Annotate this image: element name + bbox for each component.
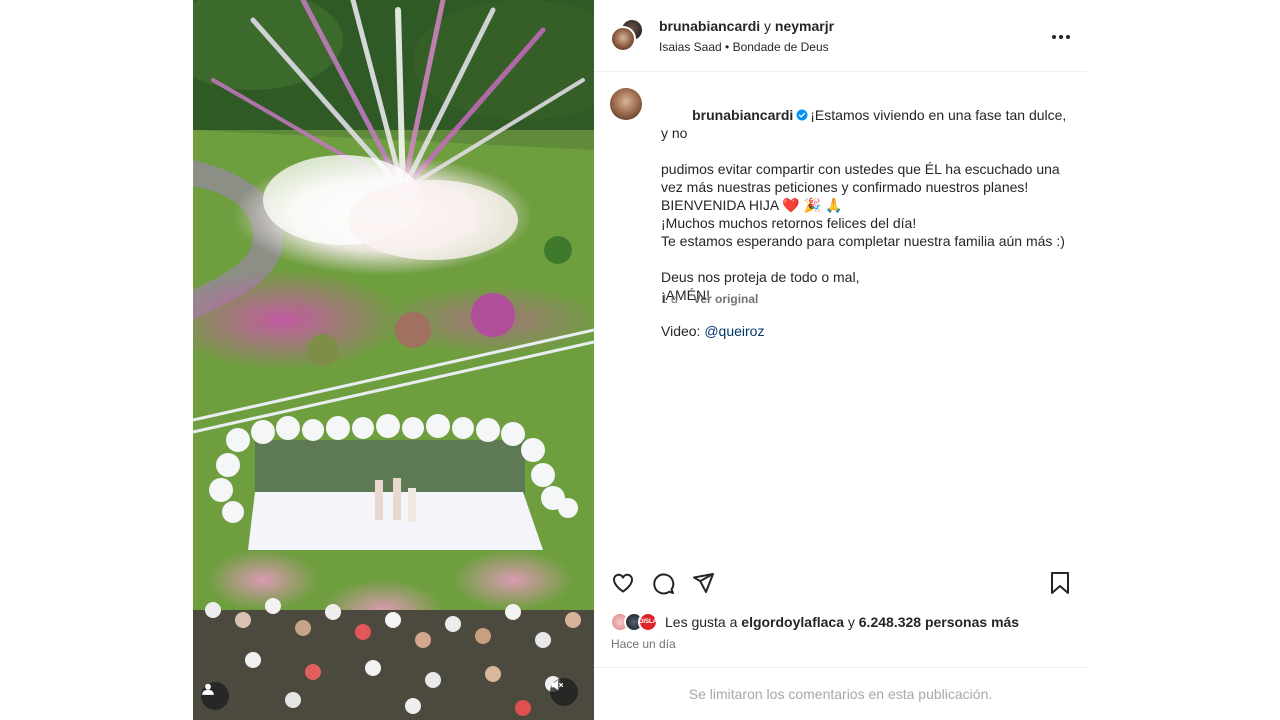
coauthor-avatars[interactable] [610, 18, 644, 52]
see-original-button[interactable]: Ver original [693, 292, 758, 306]
caption-meta: 1 d Ver original [661, 292, 758, 306]
likes-summary: DISLA Les gusta a elgordoylaflaca y 6.24… [610, 612, 1080, 632]
caption-line-10 [661, 304, 1075, 322]
mention-link[interactable]: @queiroz [704, 323, 764, 339]
save-button[interactable] [1047, 571, 1073, 600]
caption-line-8: Deus nos proteja de todo o mal, [661, 269, 860, 285]
mute-toggle-button[interactable] [550, 678, 578, 706]
liker-avatar-3: DISLA [638, 612, 658, 632]
caption-line-2: pudimos evitar compartir con ustedes que… [661, 161, 1060, 177]
comment-icon [651, 571, 675, 600]
liker-avatars[interactable]: DISLA [610, 612, 662, 632]
caption-line-6: Te estamos esperando para completar nues… [661, 233, 1065, 249]
post-actions-bar [610, 571, 1075, 600]
verified-badge-icon [796, 107, 808, 121]
header-coauthor-link[interactable]: neymarjr [775, 18, 834, 34]
liker-username-link[interactable]: elgordoylaflaca [741, 614, 844, 630]
audio-attribution-link[interactable]: Isaias Saad • Bondade de Deus [659, 40, 829, 54]
caption-username-link[interactable]: brunabiancardi [692, 107, 793, 123]
likes-text: Les gusta a elgordoylaflaca y 6.248.328 … [665, 614, 1019, 630]
comments-limited-text: Se limitaron los comentarios en esta pub… [688, 686, 993, 702]
likes-prefix: Les gusta a [665, 614, 738, 630]
save-bookmark-icon [1049, 571, 1071, 600]
comment-button[interactable] [650, 572, 676, 598]
avatar-brunabiancardi[interactable] [610, 26, 636, 52]
caption-avatar[interactable] [610, 88, 642, 120]
caption-line-3: vez más nuestras peticiones y confirmado… [661, 179, 1029, 195]
more-options-icon [1051, 27, 1071, 45]
share-button[interactable] [690, 572, 716, 598]
likes-joiner: y [847, 614, 855, 630]
comments-limited-notice: Se limitaron los comentarios en esta pub… [594, 667, 1087, 720]
likes-count-link[interactable]: 6.248.328 personas más [859, 614, 1019, 630]
header-username-link[interactable]: brunabiancardi [659, 18, 760, 34]
share-icon [691, 571, 715, 600]
like-heart-icon [611, 571, 635, 600]
post-detail-panel: brunabiancardi y neymarjr Isaias Saad • … [594, 0, 1087, 720]
caption-line-11: Video: [661, 323, 705, 339]
more-options-button[interactable] [1049, 24, 1073, 48]
caption-line-4: BIENVENIDA HIJA ❤️ 🎉 🙏 [661, 197, 843, 213]
drone-scene-illustration [193, 0, 594, 720]
tagged-users-button[interactable] [201, 682, 229, 710]
post-header: brunabiancardi y neymarjr Isaias Saad • … [594, 0, 1087, 72]
caption-age: 1 d [661, 292, 678, 306]
header-usernames: brunabiancardi y neymarjr [659, 18, 834, 34]
post-media-video[interactable] [193, 0, 594, 720]
header-conjunction: y [764, 18, 772, 34]
caption-line-5: ¡Muchos muchos retornos felices del día! [661, 215, 917, 231]
post-timestamp[interactable]: Hace un día [611, 637, 676, 651]
caption-line-7 [661, 250, 1075, 268]
like-button[interactable] [610, 572, 636, 598]
